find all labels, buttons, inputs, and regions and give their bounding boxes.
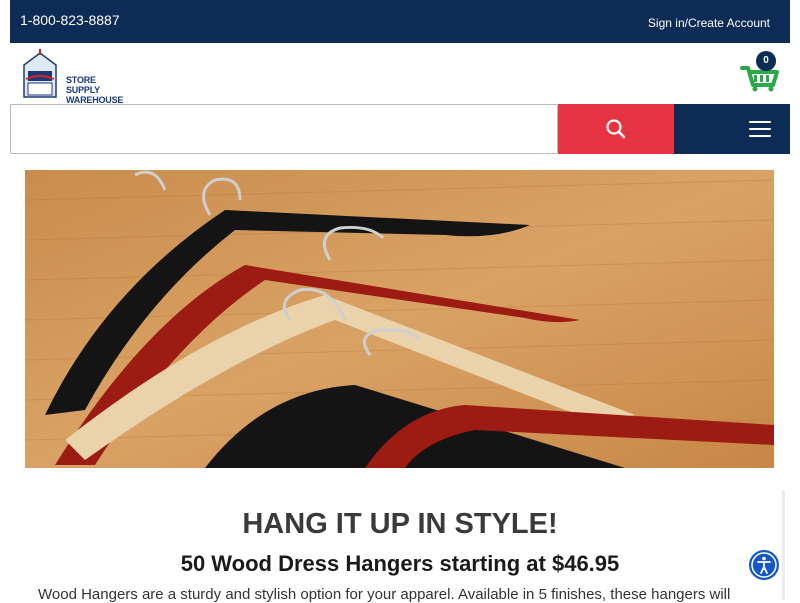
hamburger-line	[749, 128, 771, 130]
phone-link[interactable]: 1-800-823-8887	[20, 12, 120, 28]
hamburger-line	[749, 135, 771, 137]
menu-button[interactable]	[674, 104, 790, 154]
search-icon	[606, 119, 626, 139]
page: 1-800-823-8887 Sign in/Create Account ST…	[10, 0, 790, 603]
scrollbar[interactable]	[782, 490, 785, 600]
accessibility-icon	[751, 552, 777, 578]
logo-text: STORE SUPPLY WAREHOUSE	[66, 75, 123, 105]
cart-count-badge: 0	[756, 51, 776, 71]
search-input[interactable]	[10, 104, 558, 154]
top-bar: 1-800-823-8887 Sign in/Create Account	[10, 0, 790, 43]
hamburger-menu-icon	[749, 121, 771, 123]
page-subheading: 50 Wood Dress Hangers starting at $46.95	[180, 551, 620, 576]
logo-line1: STORE SUPPLY	[66, 75, 100, 95]
search-button[interactable]	[558, 104, 674, 154]
store-logo[interactable]: STORE SUPPLY WAREHOUSE	[22, 49, 123, 105]
signin-link[interactable]: Sign in/Create Account	[648, 16, 770, 30]
accessibility-button[interactable]	[749, 550, 779, 580]
wood-hangers-photo	[25, 170, 774, 468]
description-text: Wood Hangers are a sturdy and stylish op…	[38, 586, 731, 603]
hero-banner[interactable]	[25, 170, 774, 468]
logo-row: STORE SUPPLY WAREHOUSE 0	[10, 43, 790, 105]
search-bar	[10, 104, 790, 154]
page-headline: HANG IT UP IN STYLE!	[242, 508, 558, 540]
